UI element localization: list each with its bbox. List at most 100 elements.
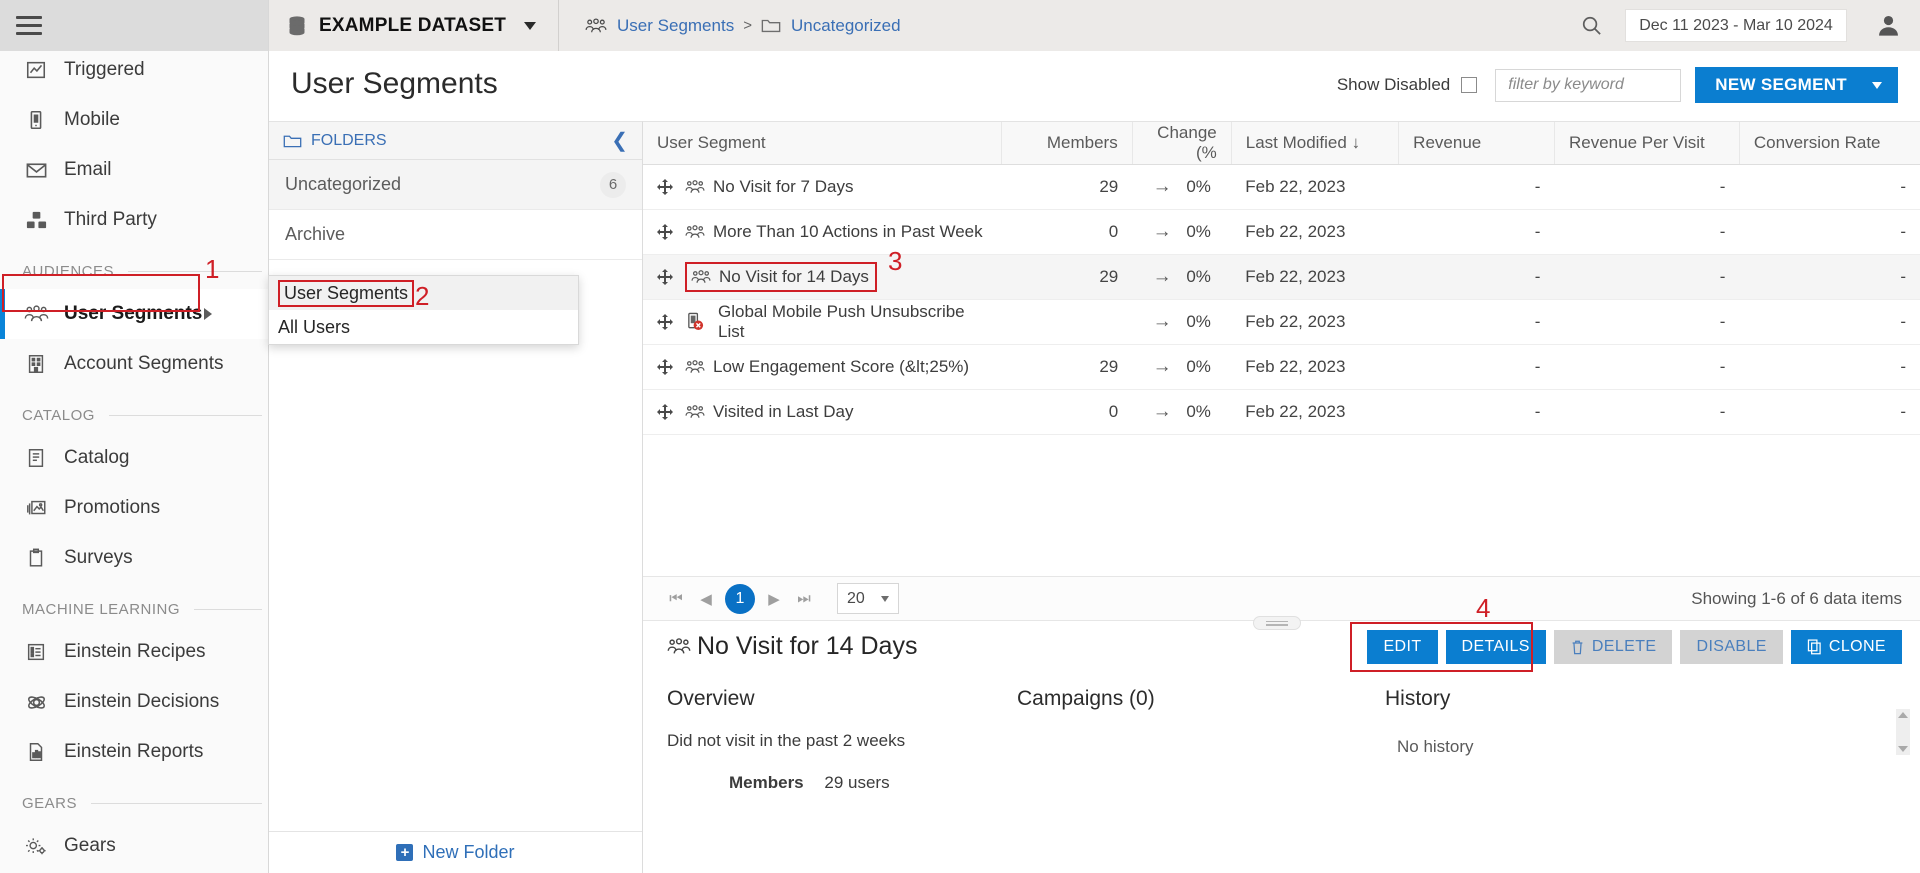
hamburger-menu-icon[interactable]	[16, 16, 42, 35]
table-row[interactable]: Global Mobile Push Unsubscribe List → 0%…	[643, 299, 1920, 344]
annotation-number-2: 2	[415, 281, 429, 312]
drag-handle-icon[interactable]	[657, 359, 673, 375]
page-size-select[interactable]: 20	[837, 583, 899, 614]
new-folder-button[interactable]: + New Folder	[269, 831, 642, 873]
table-row-selected[interactable]: No Visit for 14 Days 29 → 0% Feb 22, 202…	[643, 254, 1920, 299]
sidebar-item-promotions[interactable]: Promotions	[0, 483, 268, 533]
cell-last-modified: Feb 22, 2023	[1231, 164, 1398, 209]
folder-icon	[283, 133, 302, 149]
last-page-icon[interactable]: ⏭	[789, 584, 819, 614]
flyout-item-all-users[interactable]: All Users	[269, 310, 578, 344]
disable-button[interactable]: DISABLE	[1680, 630, 1782, 664]
dataset-selector[interactable]: EXAMPLE DATASET	[269, 0, 559, 51]
drag-handle-icon[interactable]	[657, 314, 673, 330]
column-header-change[interactable]: Change (%	[1132, 122, 1231, 164]
cell-change: → 0%	[1132, 164, 1231, 209]
scroll-down-icon[interactable]	[1898, 746, 1908, 752]
clone-button[interactable]: CLONE	[1791, 630, 1902, 664]
segment-name-label: No Visit for 7 Days	[713, 177, 853, 197]
new-segment-button[interactable]: NEW SEGMENT	[1695, 67, 1898, 103]
cell-members: 29	[1001, 164, 1132, 209]
history-scrollbar[interactable]	[1896, 709, 1910, 755]
sidebar-item-label: Einstein Recipes	[64, 641, 206, 663]
next-page-icon[interactable]: ▶	[759, 584, 789, 614]
chevron-left-icon[interactable]: ❮	[611, 131, 628, 151]
drag-handle-icon[interactable]	[657, 404, 673, 420]
breadcrumb-current-link[interactable]: Uncategorized	[791, 16, 901, 36]
folder-row-archive[interactable]: Archive	[269, 210, 642, 260]
members-value: 29 users	[824, 773, 889, 792]
overview-heading: Overview	[667, 687, 969, 711]
table-row[interactable]: More Than 10 Actions in Past Week 0 → 0%…	[643, 209, 1920, 254]
overview-members-field: Members 29 users	[667, 773, 969, 793]
nav-section-label: GEARS	[22, 795, 77, 812]
new-segment-dropdown-toggle[interactable]	[1866, 82, 1898, 89]
first-page-icon[interactable]: ⏮	[661, 584, 691, 614]
details-button[interactable]: DETAILS	[1446, 630, 1546, 664]
column-header-conversion-rate[interactable]: Conversion Rate	[1739, 122, 1920, 164]
nav-items-top: Triggered Mobile	[0, 45, 268, 245]
show-disabled-toggle[interactable]: Show Disabled	[1337, 75, 1477, 95]
sidebar-item-label: Catalog	[64, 447, 130, 469]
panel-resize-handle[interactable]	[1253, 616, 1301, 630]
sidebar-item-einstein-reports[interactable]: Einstein Reports	[0, 727, 268, 777]
breadcrumb: User Segments > Uncategorized	[559, 16, 901, 36]
drag-handle-icon[interactable]	[657, 269, 673, 285]
cell-segment-name: Low Engagement Score (&lt;25%)	[643, 344, 1001, 389]
filter-input[interactable]	[1495, 69, 1681, 102]
copy-icon	[1807, 639, 1822, 655]
cell-revenue: -	[1399, 389, 1555, 434]
sidebar-item-triggered[interactable]: Triggered	[0, 45, 268, 95]
delete-button[interactable]: DELETE	[1554, 630, 1673, 664]
user-group-icon	[685, 359, 705, 375]
sidebar-item-email[interactable]: Email	[0, 145, 268, 195]
column-header-user-segment[interactable]: User Segment	[643, 122, 1001, 164]
sidebar-item-gears[interactable]: Gears	[0, 821, 268, 871]
user-avatar-icon[interactable]	[1875, 12, 1902, 39]
table-row[interactable]: Visited in Last Day 0 → 0% Feb 22, 2023 …	[643, 389, 1920, 434]
page-number-current[interactable]: 1	[725, 584, 755, 614]
page-header: User Segments Show Disabled NEW SEGMENT	[269, 51, 1920, 121]
cell-change: → 0%	[1132, 299, 1231, 344]
drag-handle-icon[interactable]	[657, 179, 673, 195]
sidebar-item-surveys[interactable]: Surveys	[0, 533, 268, 583]
detail-body: Overview Did not visit in the past 2 wee…	[643, 677, 1920, 873]
table-row[interactable]: No Visit for 7 Days 29 → 0% Feb 22, 2023…	[643, 164, 1920, 209]
sidebar-item-catalog[interactable]: Catalog	[0, 433, 268, 483]
prev-page-icon[interactable]: ◀	[691, 584, 721, 614]
application-root: Triggered Mobile	[0, 0, 1920, 873]
table-row[interactable]: Low Engagement Score (&lt;25%) 29 → 0% F…	[643, 344, 1920, 389]
sidebar-item-user-segments[interactable]: User Segments	[0, 289, 268, 339]
disable-button-label: DISABLE	[1696, 638, 1766, 656]
breadcrumb-root-link[interactable]: User Segments	[617, 16, 734, 36]
sidebar-item-account-segments[interactable]: Account Segments	[0, 339, 268, 389]
overview-description: Did not visit in the past 2 weeks	[667, 731, 969, 751]
cell-last-modified: Feb 22, 2023	[1231, 209, 1398, 254]
column-header-revenue[interactable]: Revenue	[1399, 122, 1555, 164]
edit-button[interactable]: EDIT	[1367, 630, 1437, 664]
sidebar-item-einstein-recipes[interactable]: Einstein Recipes	[0, 627, 268, 677]
sidebar-item-mobile[interactable]: Mobile	[0, 95, 268, 145]
column-header-revenue-per-visit[interactable]: Revenue Per Visit	[1554, 122, 1739, 164]
scroll-up-icon[interactable]	[1898, 712, 1908, 718]
column-header-members[interactable]: Members	[1001, 122, 1132, 164]
show-disabled-checkbox[interactable]	[1461, 77, 1477, 93]
cell-segment-name: No Visit for 14 Days	[643, 254, 1001, 299]
column-header-last-modified[interactable]: Last Modified ↓	[1231, 122, 1398, 164]
detail-history-column: History No history	[1343, 677, 1920, 873]
date-range-picker[interactable]: Dec 11 2023 - Mar 10 2024	[1625, 9, 1847, 42]
gears-icon	[22, 833, 50, 859]
search-icon[interactable]	[1580, 14, 1603, 37]
folder-row-uncategorized[interactable]: Uncategorized 6	[269, 160, 642, 210]
annotation-number-1: 1	[205, 254, 219, 285]
cell-members: 29	[1001, 344, 1132, 389]
cell-change: → 0%	[1132, 389, 1231, 434]
drag-handle-icon[interactable]	[657, 224, 673, 240]
user-group-icon	[685, 404, 705, 420]
trend-flat-icon: →	[1153, 176, 1172, 197]
sidebar-item-third-party[interactable]: Third Party	[0, 195, 268, 245]
atom-gear-icon	[22, 689, 50, 715]
chevron-down-icon	[524, 22, 536, 30]
sidebar-item-einstein-decisions[interactable]: Einstein Decisions	[0, 677, 268, 727]
mobile-device-icon	[22, 107, 50, 133]
